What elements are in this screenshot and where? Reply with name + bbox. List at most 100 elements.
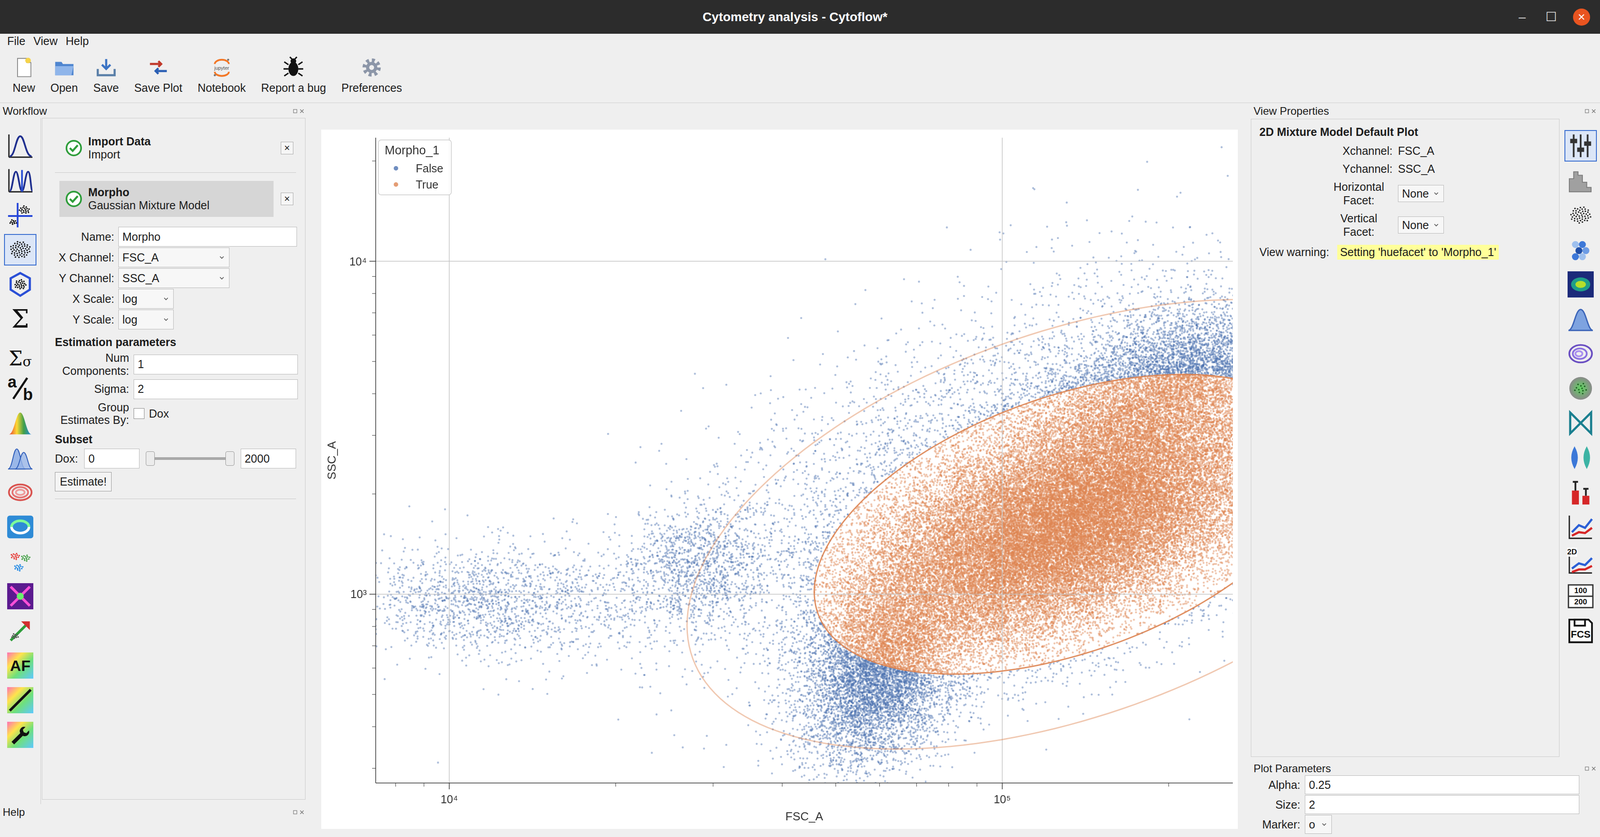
text-field[interactable]: Morpho [118, 226, 297, 247]
operation-button[interactable] [4, 199, 37, 231]
operation-button[interactable] [4, 164, 37, 197]
view-button[interactable] [1564, 441, 1597, 474]
view-button[interactable] [1564, 233, 1597, 266]
workflow-step[interactable]: Import DataImport [59, 130, 274, 167]
operation-button[interactable] [4, 615, 37, 647]
operation-button[interactable] [4, 233, 37, 266]
operation-button[interactable] [4, 511, 37, 543]
toolbar-label: Save [93, 81, 119, 95]
y-axis-label: SSC_A [324, 440, 339, 480]
view-button[interactable]: FCS [1564, 615, 1597, 647]
checkbox[interactable] [133, 408, 145, 419]
dropdown[interactable]: log [118, 309, 174, 330]
toolbar: New Open Save Save Plot jupyterNotebookRepor… [0, 48, 1600, 104]
plot-parameters-panel: Plot ParametersAlpha:0.25Size:2Marker:o [1250, 760, 1600, 837]
dropdown-value: None [1402, 218, 1430, 232]
toolbar-label: Save Plot [134, 81, 183, 95]
dropdown[interactable]: FSC_A [118, 247, 230, 268]
operation-button[interactable] [4, 441, 37, 474]
remove-step-button[interactable]: × [280, 141, 294, 155]
close-dock-icon [1591, 108, 1597, 114]
field-label: Xchannel: [1342, 143, 1393, 158]
range-low-field[interactable]: 0 [84, 448, 140, 469]
report-bug-button[interactable]: Report a bug [258, 54, 329, 97]
menu-item[interactable]: Help [65, 34, 89, 48]
operation-button[interactable] [4, 684, 37, 716]
gear-icon [360, 56, 383, 79]
operation-button[interactable] [4, 719, 37, 751]
text-field[interactable]: 2 [133, 379, 298, 400]
view-button[interactable] [1564, 164, 1597, 197]
view-button[interactable] [1564, 303, 1597, 335]
parallel-icon [1566, 408, 1595, 437]
operation-button[interactable]: ab [4, 372, 37, 405]
text-field[interactable]: 1 [133, 354, 298, 375]
range-slider[interactable] [145, 457, 235, 460]
new-button[interactable]: New [9, 54, 38, 97]
operation-button[interactable] [4, 130, 37, 162]
float-dock-icon [1584, 108, 1590, 114]
field-value: FSC_A [1397, 144, 1435, 158]
view-button[interactable] [1564, 511, 1597, 543]
minimize-button[interactable]: – [1515, 10, 1529, 24]
close-dock-icon [299, 108, 305, 114]
bead-rings-icon [6, 478, 35, 507]
dropdown-arrow-icon [1432, 189, 1440, 198]
operation-button[interactable]: Σ [4, 303, 37, 335]
float-dock-icon [292, 809, 298, 815]
view-button[interactable]: 2D [1564, 545, 1597, 578]
notebook-button[interactable]: jupyterNotebook [194, 54, 249, 97]
field-value: 2 [1308, 798, 1316, 812]
dropdown[interactable]: log [118, 288, 174, 309]
mixture-2d-icon [6, 235, 35, 264]
menu-item[interactable]: File [7, 34, 26, 48]
line-chart-icon [1566, 512, 1595, 541]
view-button[interactable] [1564, 407, 1597, 439]
view-button[interactable] [1564, 130, 1597, 162]
text-field[interactable]: 2 [1304, 795, 1580, 814]
dropdown[interactable]: SSC_A [118, 268, 230, 288]
view-button[interactable] [1564, 372, 1597, 405]
dropdown[interactable]: None [1397, 184, 1444, 203]
dropdown[interactable]: None [1397, 216, 1444, 234]
save-plot-button[interactable]: Save Plot [131, 54, 185, 97]
open-button[interactable]: Open [47, 54, 81, 97]
view-button[interactable] [1564, 476, 1597, 508]
y-tick-label: 10³ [350, 587, 367, 601]
icon-text: σ [22, 355, 32, 369]
legend-marker [393, 166, 399, 171]
slider-handle[interactable] [225, 451, 235, 466]
dock-title: View Properties [1253, 104, 1330, 118]
view-button[interactable] [1564, 268, 1597, 301]
dropdown[interactable]: o [1304, 814, 1332, 834]
operation-button[interactable] [4, 545, 37, 578]
float-dock-icon [1584, 765, 1590, 772]
estimate-button[interactable]: Estimate! [54, 471, 112, 492]
field-label: Y Scale: [72, 313, 115, 327]
operation-button[interactable] [4, 407, 37, 439]
export-arrows-icon [147, 56, 170, 79]
close-button[interactable]: × [1573, 8, 1591, 26]
operation-button[interactable] [4, 580, 37, 612]
preferences-button[interactable]: Preferences [338, 54, 405, 97]
menu-item[interactable]: View [33, 34, 58, 48]
view-button[interactable]: 100200 [1564, 580, 1597, 612]
operation-button[interactable]: Σσ [4, 337, 37, 370]
save-button[interactable]: Save [90, 54, 122, 97]
maximize-button[interactable]: ☐ [1544, 10, 1558, 24]
slider-handle[interactable] [145, 451, 155, 466]
range-high-field[interactable]: 2000 [240, 448, 297, 469]
view-properties-panel: 2D Mixture Model Default PlotXchannel:FS… [1250, 118, 1560, 757]
warning-text: Setting 'huefacet' to 'Morpho_1' [1337, 244, 1499, 260]
view-button[interactable] [1564, 337, 1597, 370]
remove-step-button[interactable]: × [280, 192, 294, 206]
operation-button[interactable] [4, 268, 37, 301]
view-button[interactable] [1564, 199, 1597, 231]
text-field[interactable]: 0.25 [1304, 775, 1580, 795]
workflow-step[interactable]: MorphoGaussian Mixture Model [59, 180, 274, 217]
field-value: Morpho [122, 230, 161, 244]
operation-button[interactable]: AF [4, 649, 37, 682]
contour-icon [1566, 339, 1595, 368]
operation-button[interactable] [4, 476, 37, 508]
warning-label: View warning: [1259, 245, 1330, 259]
